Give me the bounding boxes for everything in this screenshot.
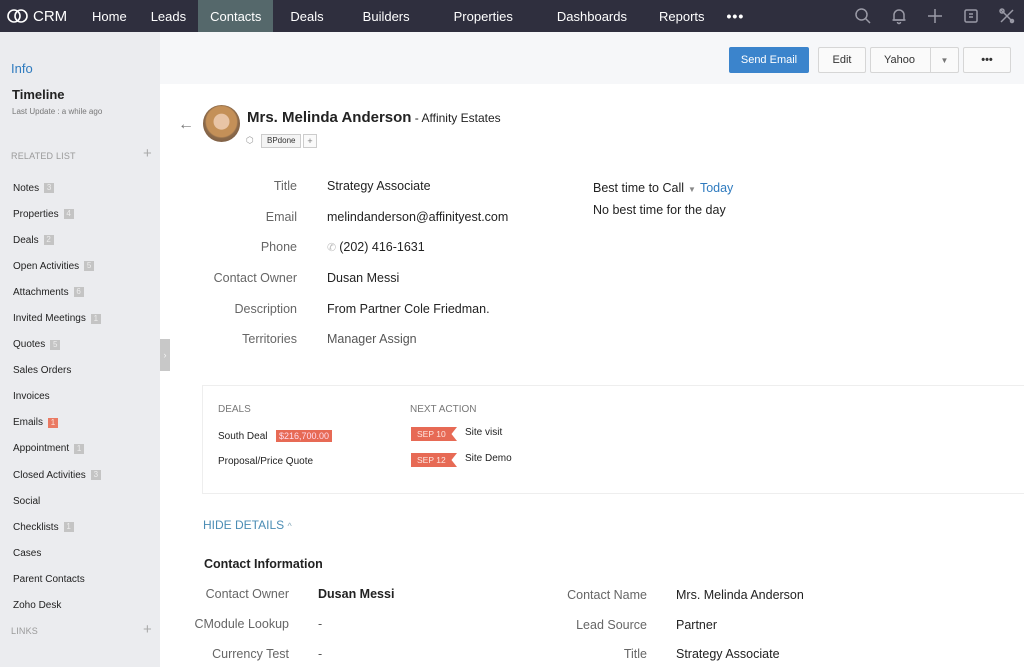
field-title: Title: [273, 179, 297, 193]
deals-header: DEALS: [218, 404, 251, 415]
sidebar-item-appointment[interactable]: Appointment 1: [13, 436, 101, 462]
count-badge: 1: [48, 417, 59, 428]
field-title-value: Strategy Associate: [327, 179, 431, 193]
sidebar-item-checklists[interactable]: Checklists 1: [13, 514, 101, 540]
nav-leads[interactable]: Leads: [139, 0, 198, 32]
field-contact-owner-value: Dusan Messi: [327, 271, 400, 285]
sidebar: Info Timeline Last Update : a while ago …: [0, 32, 160, 667]
caret-down-icon[interactable]: ▼: [930, 48, 958, 72]
detail-contact-name: Contact Name: [567, 588, 647, 602]
best-time-note: No best time for the day: [593, 203, 726, 217]
next-action-label[interactable]: Site Demo: [465, 453, 512, 464]
last-update-text: Last Update : a while ago: [12, 107, 103, 116]
sidebar-item-social[interactable]: Social: [13, 488, 101, 514]
detail-title: Title: [623, 647, 647, 661]
field-description-value: From Partner Cole Friedman.: [327, 302, 490, 316]
calendar-icon[interactable]: [960, 5, 982, 27]
nav-reports[interactable]: Reports: [649, 0, 715, 32]
detail-title-value: Strategy Associate: [676, 647, 780, 661]
field-description: Description: [234, 302, 297, 316]
back-arrow-icon[interactable]: ←: [178, 116, 194, 134]
phone-icon: ✆: [327, 242, 337, 254]
top-nav-bar: CRM Home Leads Contacts Deals Builders P…: [0, 0, 1024, 32]
field-email-value[interactable]: melindanderson@affinityest.com: [327, 210, 508, 224]
edit-button[interactable]: Edit: [818, 47, 866, 73]
detail-lead-source: Lead Source: [576, 618, 647, 632]
chevron-right-icon: ›: [163, 350, 167, 360]
sidebar-item-closed-activities[interactable]: Closed Activities 3: [13, 462, 101, 488]
contact-avatar: [203, 105, 240, 142]
mail-provider-dropdown[interactable]: Yahoo ▼: [870, 47, 959, 73]
sidebar-item-invoices[interactable]: Invoices: [13, 384, 101, 410]
sidebar-timeline-link[interactable]: Timeline: [12, 87, 65, 102]
count-badge: 1: [63, 522, 74, 533]
next-action-label[interactable]: Site visit: [465, 427, 502, 438]
count-badge: 6: [73, 287, 84, 298]
hide-details-toggle[interactable]: HIDE DETAILS ^: [203, 518, 292, 532]
deals-summary-panel: DEALS NEXT ACTION South Deal $216,700.00…: [202, 385, 1024, 494]
crm-logo[interactable]: CRM: [0, 0, 80, 32]
nav-contacts[interactable]: Contacts: [198, 0, 274, 32]
contact-title: Mrs. Melinda Anderson - Affinity Estates: [247, 109, 501, 126]
count-badge: 1: [74, 443, 85, 454]
deal-name[interactable]: Proposal/Price Quote: [218, 456, 313, 467]
section-title-contact-information: Contact Information: [204, 557, 323, 571]
sidebar-item-cases[interactable]: Cases: [13, 540, 101, 566]
nav-dashboards[interactable]: Dashboards: [535, 0, 649, 32]
contact-name: Mrs. Melinda Anderson: [247, 109, 412, 126]
related-list-header: RELATED LIST: [11, 151, 76, 161]
sidebar-item-sales-orders[interactable]: Sales Orders: [13, 358, 101, 384]
tag-chip[interactable]: BPdone: [261, 134, 302, 148]
caret-down-icon[interactable]: ▼: [688, 185, 696, 194]
deal-amount-badge: $216,700.00: [276, 430, 333, 442]
field-territories: Territories: [242, 332, 297, 346]
nav-properties[interactable]: Properties: [432, 0, 535, 32]
nav-deals[interactable]: Deals: [273, 0, 340, 32]
add-tag-button[interactable]: +: [303, 134, 317, 148]
record-action-bar: Send Email Edit Yahoo ▼ •••: [160, 32, 1024, 84]
deal-name[interactable]: South Deal: [218, 431, 267, 442]
logo-text: CRM: [33, 7, 68, 25]
action-date-flag: SEP 12: [411, 453, 457, 467]
sidebar-info-link[interactable]: Info: [11, 61, 33, 76]
send-email-button[interactable]: Send Email: [729, 47, 809, 73]
search-icon[interactable]: [852, 5, 874, 27]
detail-lead-source-value: Partner: [676, 618, 717, 632]
field-territories-value: Manager Assign: [327, 332, 417, 346]
best-time-label[interactable]: Best time to Call: [593, 181, 684, 195]
add-related-list-icon[interactable]: +: [143, 146, 152, 161]
field-contact-owner: Contact Owner: [213, 271, 297, 285]
mail-provider-value: Yahoo: [884, 54, 915, 66]
tag-icon: ⬡: [246, 135, 254, 145]
zoho-logo-icon: [7, 9, 28, 23]
nav-builders[interactable]: Builders: [341, 0, 432, 32]
detail-contact-name-value: Mrs. Melinda Anderson: [676, 588, 804, 602]
plus-icon[interactable]: [924, 5, 946, 27]
best-time-to-call: Best time to Call ▼ Today: [593, 181, 733, 195]
bell-icon[interactable]: [888, 5, 910, 27]
best-time-day-link[interactable]: Today: [700, 181, 733, 195]
contact-company: Affinity Estates: [421, 111, 501, 125]
field-phone-value[interactable]: ✆ (202) 416-1631: [327, 240, 425, 254]
count-badge: 3: [90, 470, 101, 481]
chevron-up-icon: ^: [287, 521, 292, 531]
sidebar-item-emails[interactable]: Emails 1: [13, 410, 101, 436]
next-action-header: NEXT ACTION: [410, 404, 477, 415]
nav-more-button[interactable]: •••: [715, 0, 757, 32]
field-email: Email: [265, 210, 297, 224]
tools-icon[interactable]: [996, 5, 1018, 27]
more-actions-button[interactable]: •••: [963, 47, 1011, 73]
field-phone: Phone: [260, 240, 297, 254]
action-date-flag: SEP 10: [411, 427, 457, 441]
nav-home[interactable]: Home: [80, 0, 139, 32]
